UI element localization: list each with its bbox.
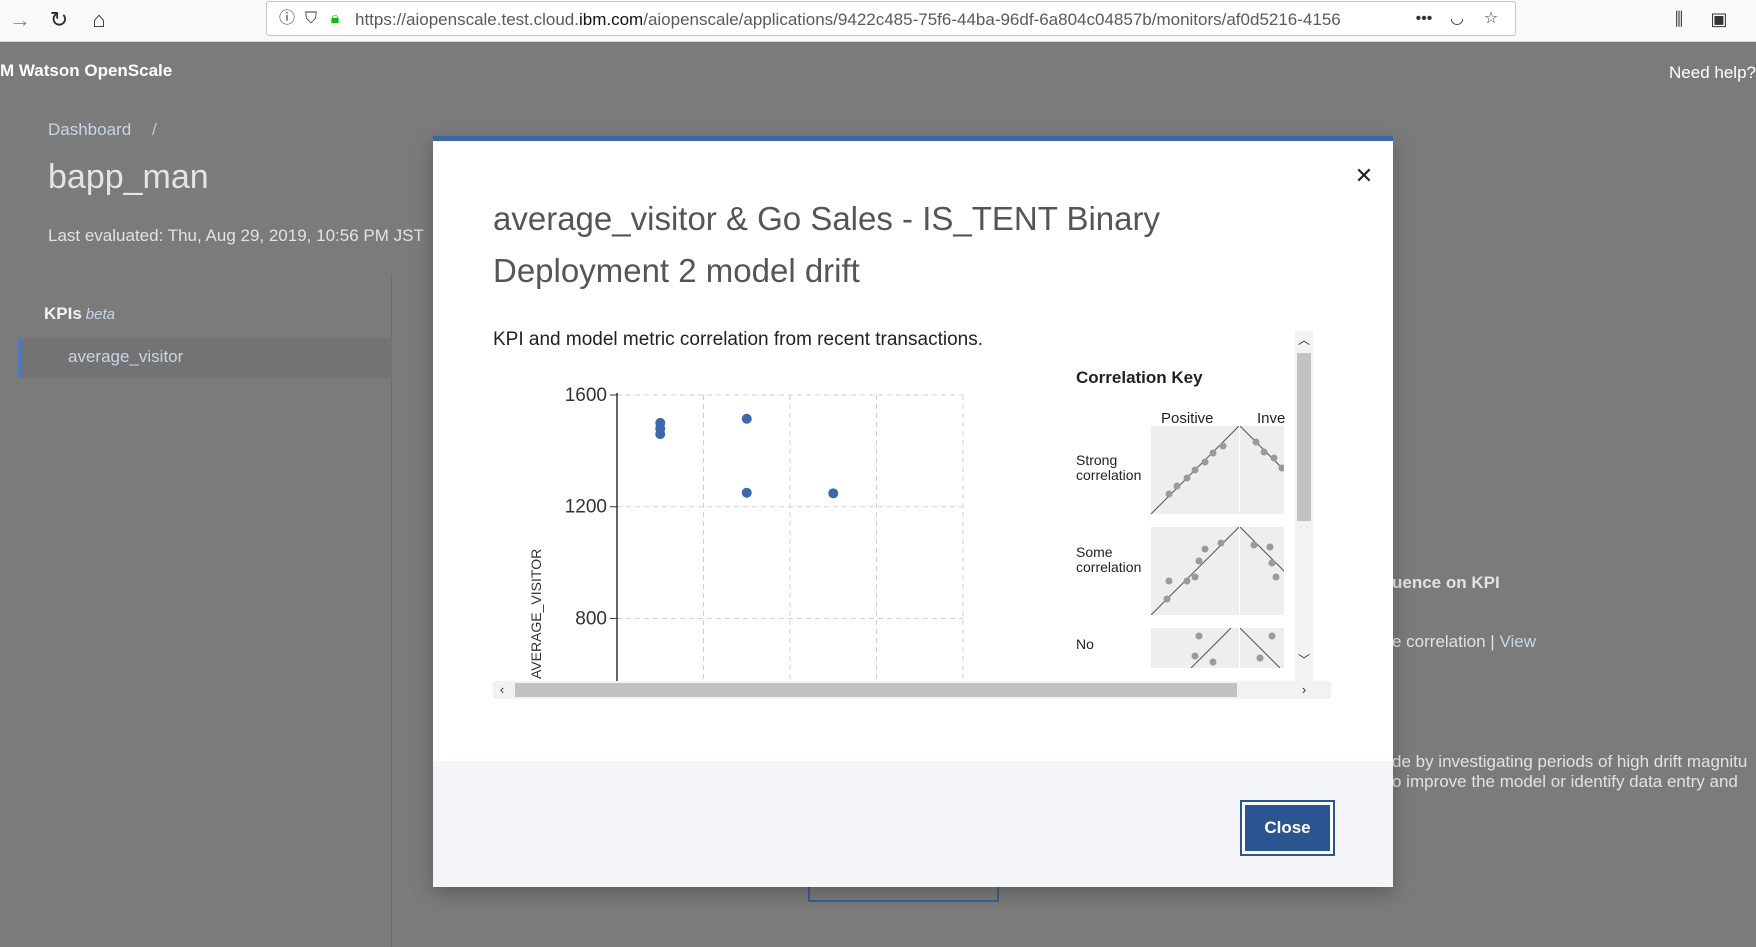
more-icon[interactable]: ••• <box>1414 9 1434 29</box>
url-text[interactable]: https://aiopenscale.test.cloud.ibm.com/a… <box>355 10 1355 30</box>
need-help-link[interactable]: Need help? <box>1669 63 1756 83</box>
correlation-key-title: Correlation Key <box>1076 368 1203 387</box>
data-point <box>741 487 752 498</box>
chart-scroll-region[interactable]: 1600 1200 800 AVERAGE_VISITOR Correlation K… <box>493 331 1333 699</box>
shield-icon[interactable]: ⛉ <box>301 9 321 29</box>
key-row-strong: Strong correlation <box>1076 452 1142 483</box>
scroll-up-icon[interactable]: ︿ <box>1295 331 1313 349</box>
correlation-chart: 1600 1200 800 AVERAGE_VISITOR <box>528 385 964 681</box>
influence-heading: uence on KPI <box>1392 573 1500 592</box>
y-tick-label: 800 <box>575 608 607 629</box>
key-some-positive-icon <box>1151 527 1239 615</box>
guide-line-1: de by investigating periods of high drif… <box>1392 752 1748 771</box>
sidebar-icon[interactable]: ▣ <box>1706 6 1732 32</box>
vertical-scrollbar[interactable]: ︿ ﹀ <box>1295 331 1313 699</box>
y-tick-label: 1600 <box>565 385 607 406</box>
key-some-inverse-icon <box>1240 527 1284 615</box>
app-header: M Watson OpenScale Need help? <box>0 42 1756 102</box>
drift-modal: ✕ average_visitor & Go Sales - IS_TENT B… <box>433 136 1393 887</box>
app-title: M Watson OpenScale <box>0 61 173 80</box>
beta-tag: beta <box>85 306 115 323</box>
last-evaluated: Last evaluated: Thu, Aug 29, 2019, 10:56… <box>48 226 424 245</box>
page-title: bapp_man <box>48 158 209 196</box>
data-point <box>741 413 752 424</box>
y-axis-label: AVERAGE_VISITOR <box>528 549 544 679</box>
library-icon[interactable]: ⫼ <box>1666 6 1692 32</box>
sidebar-item-average-visitor[interactable]: average_visitor <box>18 338 392 378</box>
key-row-no: No <box>1076 636 1094 652</box>
bookmark-star-icon[interactable]: ☆ <box>1481 9 1501 29</box>
breadcrumb-dashboard[interactable]: Dashboard <box>48 120 131 140</box>
data-point <box>655 429 666 440</box>
horizontal-scroll-thumb[interactable] <box>515 683 1237 697</box>
close-button[interactable]: Close <box>1240 800 1335 856</box>
key-col-inverse: Inve <box>1257 410 1286 427</box>
browser-toolbar: → ↻ ⌂ ⓘ ⛉ 🔒︎ https://aiopenscale.test.cl… <box>0 0 1756 42</box>
key-col-positive: Positive <box>1161 410 1214 427</box>
key-no-inverse-icon <box>1240 628 1284 668</box>
key-row-some: Some correlation <box>1076 544 1142 575</box>
reload-icon[interactable]: ↻ <box>45 6 73 34</box>
lock-icon[interactable]: 🔒︎ <box>325 9 345 29</box>
back-icon[interactable]: → <box>6 6 34 34</box>
close-icon[interactable]: ✕ <box>1353 165 1375 187</box>
data-point <box>828 488 839 499</box>
key-strong-positive-icon <box>1151 426 1239 514</box>
view-link[interactable]: View <box>1499 632 1536 651</box>
scroll-down-icon[interactable]: ﹀ <box>1295 651 1313 669</box>
address-bar[interactable]: ⓘ ⛉ 🔒︎ https://aiopenscale.test.cloud.ib… <box>266 1 1516 36</box>
vertical-scroll-thumb[interactable] <box>1297 353 1311 521</box>
home-icon[interactable]: ⌂ <box>85 6 113 34</box>
scroll-left-icon[interactable]: ‹ <box>493 681 511 699</box>
guide-line-2: o improve the model or identify data ent… <box>1392 772 1738 791</box>
kpi-sidebar: KPIs beta average_visitor <box>18 274 392 947</box>
key-no-positive-icon <box>1151 628 1239 668</box>
scroll-right-icon[interactable]: › <box>1295 681 1313 699</box>
modal-title: average_visitor & Go Sales - IS_TENT Bin… <box>493 200 1160 289</box>
breadcrumb-separator: / <box>152 120 157 139</box>
info-icon[interactable]: ⓘ <box>277 9 297 29</box>
modal-footer: Close <box>433 761 1393 887</box>
kpi-item-label: average_visitor <box>68 347 184 366</box>
pocket-icon[interactable]: ◡ <box>1447 9 1467 29</box>
y-tick-label: 1200 <box>565 497 607 518</box>
kpis-heading: KPIs beta <box>44 304 115 323</box>
key-strong-inverse-icon <box>1240 426 1284 514</box>
horizontal-scrollbar[interactable]: ‹ › <box>493 681 1331 699</box>
correlation-text: e correlation | View <box>1392 632 1536 651</box>
